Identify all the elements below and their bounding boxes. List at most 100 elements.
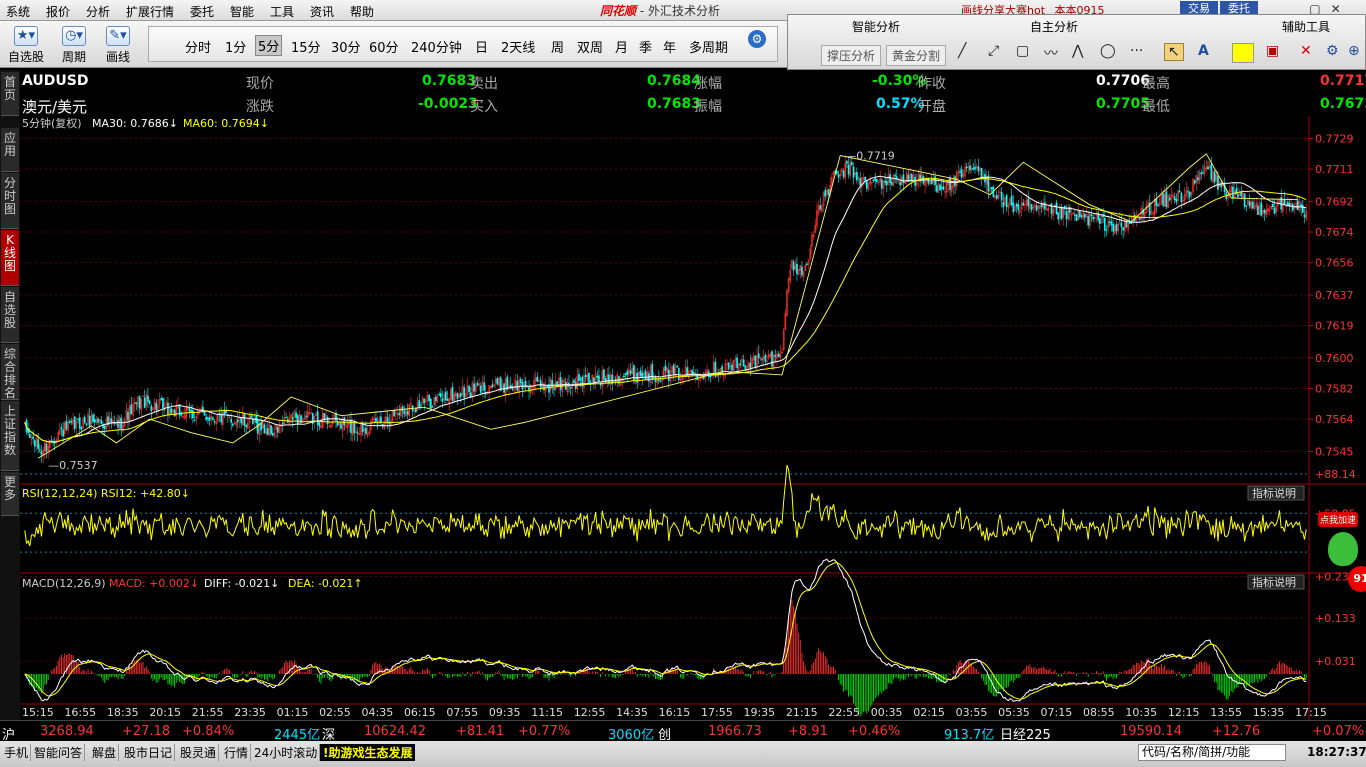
candle-body: [1103, 217, 1106, 231]
candle-body: [1180, 192, 1183, 202]
candle-body: [1287, 202, 1289, 206]
delete-tool-icon[interactable]: ✕: [1300, 43, 1312, 59]
candle-body: [491, 384, 494, 388]
menu-smart[interactable]: 智能: [230, 3, 254, 20]
support-resistance-button[interactable]: 撑压分析: [821, 45, 882, 66]
golden-section-button[interactable]: 黄金分割: [886, 45, 947, 66]
candle-body: [927, 178, 930, 184]
speedup-badge[interactable]: 点我加速: [1318, 512, 1359, 527]
candle-body: [1105, 229, 1108, 231]
candle-body: [1162, 193, 1164, 206]
period-tab[interactable]: 60分: [369, 37, 399, 56]
market-link[interactable]: 行情: [222, 744, 252, 761]
period-tab[interactable]: 240分钟: [411, 37, 462, 56]
settings-gear-icon[interactable]: ⚙: [1326, 43, 1339, 59]
candle-body: [496, 378, 499, 385]
tab-more[interactable]: 更多: [1, 472, 19, 516]
rect-tool-icon[interactable]: ▢: [1016, 43, 1029, 59]
candle-body: [420, 404, 422, 407]
period-tab[interactable]: 月: [615, 37, 628, 56]
menu-entrust[interactable]: 委托: [190, 3, 214, 20]
polyline-tool-icon[interactable]: ⋀: [1072, 43, 1083, 59]
candle-body: [761, 358, 763, 361]
candle-body: [1257, 205, 1259, 215]
analysis-link[interactable]: 解盘: [90, 744, 120, 761]
period-tab[interactable]: 30分: [331, 37, 361, 56]
candle-body: [736, 357, 738, 369]
star-icon: ★▾: [14, 26, 38, 46]
candle-body: [162, 397, 164, 409]
menu-quote[interactable]: 报价: [46, 3, 70, 20]
watchlist-button[interactable]: ★▾ 自选股: [6, 25, 46, 65]
stock-genie-link[interactable]: 股灵通: [178, 744, 220, 761]
pin-icon[interactable]: ⊕: [1348, 43, 1360, 59]
menu-tools[interactable]: 工具: [270, 3, 294, 20]
style-tool-icon[interactable]: ▣: [1266, 43, 1279, 59]
period-settings-gear-icon[interactable]: ⚙: [748, 30, 766, 48]
news-scroll-link[interactable]: 24小时滚动: [252, 744, 321, 761]
scroll-notice[interactable]: !助游戏生态发展: [320, 744, 416, 761]
menu-news[interactable]: 资讯: [310, 3, 334, 20]
candle-body: [827, 189, 830, 196]
period-tab[interactable]: 年: [663, 37, 676, 56]
ray-tool-icon[interactable]: ⤢: [988, 43, 999, 59]
candle-body: [598, 375, 600, 383]
mobile-link[interactable]: 手机: [2, 744, 32, 761]
wave-tool-icon[interactable]: 〰: [1044, 43, 1058, 63]
kline-chart[interactable]: 0.7729 0.7711 0.7692 0.7674 0.7656 0.7637 0.76…: [20, 116, 1366, 720]
time-tick-label: 01:15: [277, 706, 309, 719]
time-tick-label: 15:15: [22, 706, 54, 719]
code-search-input[interactable]: 代码/名称/简拼/功能: [1138, 744, 1286, 761]
kline-chart-area[interactable]: 0.7729 0.7711 0.7692 0.7674 0.7656 0.7637 0.76…: [20, 116, 1366, 720]
candle-body: [353, 422, 356, 434]
candle-body: [192, 410, 194, 419]
tab-home[interactable]: 首页: [1, 72, 19, 116]
cycle-button[interactable]: ◷▾ 周期: [54, 25, 94, 65]
menu-extended-quote[interactable]: 扩展行情: [126, 3, 174, 20]
menu-help[interactable]: 帮助: [350, 3, 374, 20]
period-tab[interactable]: 多周期: [689, 37, 728, 56]
draw-button[interactable]: ✎▾ 画线: [98, 25, 138, 65]
period-tab[interactable]: 日: [475, 37, 488, 56]
ellipse-tool-icon[interactable]: ◯: [1100, 43, 1116, 59]
period-tab[interactable]: 2天线: [501, 37, 535, 56]
candle-body: [578, 374, 580, 382]
period-tab-active[interactable]: 5分: [255, 35, 283, 56]
period-tab[interactable]: 1分: [225, 37, 246, 56]
text-tool-icon[interactable]: A: [1198, 43, 1209, 59]
candle-body: [536, 376, 539, 382]
time-tick-label: 07:55: [446, 706, 478, 719]
qa-link[interactable]: 智能问答: [32, 744, 86, 761]
candle-body: [85, 423, 88, 426]
tab-kline[interactable]: K线图: [1, 230, 19, 286]
mascot-widget[interactable]: 点我加速 91: [1318, 508, 1366, 600]
sell-value: 0.7684: [647, 73, 702, 89]
more-tools-icon[interactable]: ···: [1130, 43, 1143, 59]
tab-ranking[interactable]: 综合排名: [1, 344, 19, 400]
candle-body: [40, 451, 43, 455]
candle-body: [479, 385, 482, 393]
tab-watchlist[interactable]: 自选股: [1, 287, 19, 343]
candle-body: [721, 366, 723, 375]
candle-body: [1252, 201, 1254, 209]
period-tab[interactable]: 周: [551, 37, 564, 56]
candle-body: [271, 433, 274, 436]
symbol-name: 澳元/美元: [22, 98, 88, 116]
period-tab[interactable]: 分时: [185, 37, 211, 56]
color-picker[interactable]: [1232, 43, 1254, 63]
line-tool-icon[interactable]: ╱: [958, 43, 966, 59]
diary-link[interactable]: 股市日记: [122, 744, 176, 761]
candle-body: [819, 205, 822, 210]
menu-system[interactable]: 系统: [6, 3, 30, 20]
price-tick-label: 0.7582: [1315, 382, 1354, 395]
cy-index-value: 1966.73: [708, 724, 762, 739]
period-tab[interactable]: 15分: [291, 37, 321, 56]
tab-apps[interactable]: 应用: [1, 128, 19, 172]
tab-timeshare[interactable]: 分时图: [1, 173, 19, 229]
period-tab[interactable]: 双周: [577, 37, 603, 56]
menu-analysis[interactable]: 分析: [86, 3, 110, 20]
period-tab[interactable]: 季: [639, 37, 652, 56]
candle-body: [980, 168, 983, 179]
cursor-tool-icon[interactable]: ↖: [1164, 43, 1184, 61]
tab-sh-index[interactable]: 上证指数: [1, 401, 19, 471]
